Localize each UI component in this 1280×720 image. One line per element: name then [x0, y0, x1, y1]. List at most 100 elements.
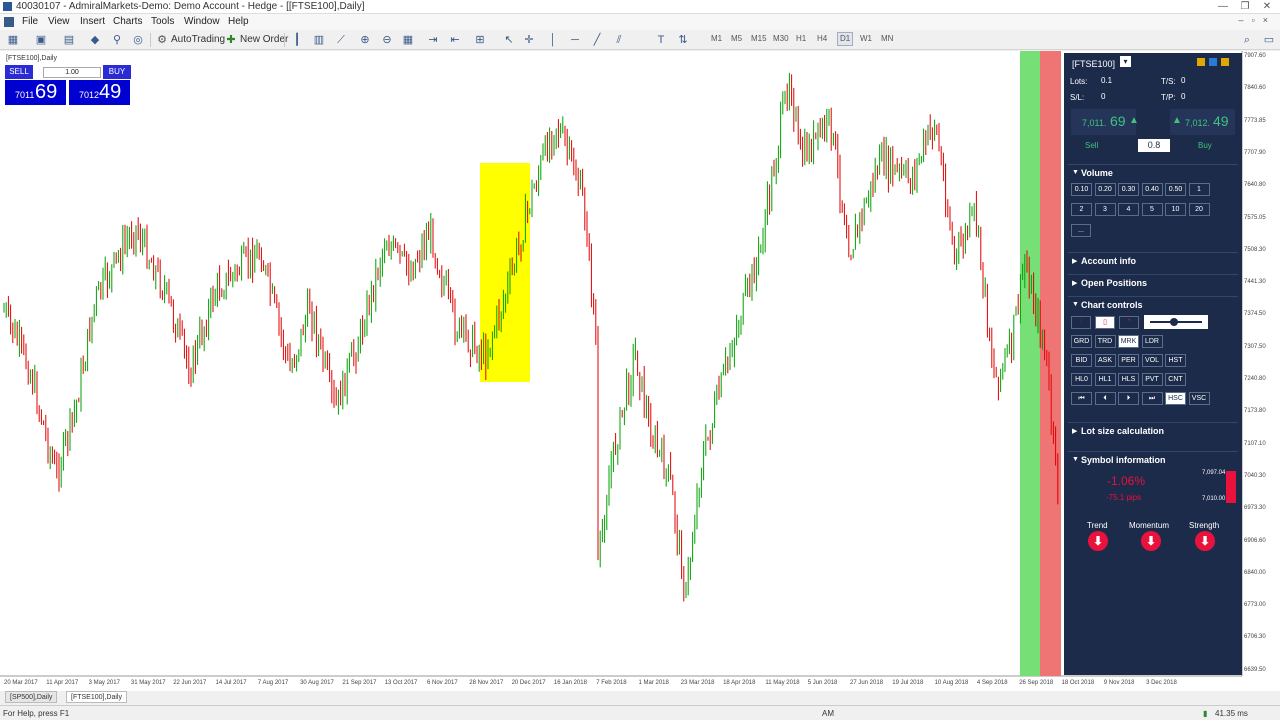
channel-icon[interactable]: ⫽: [612, 33, 626, 47]
crosshair-icon[interactable]: ✛: [522, 33, 536, 47]
chart-control-0[interactable]: ⏮: [1071, 392, 1092, 405]
volume-chip[interactable]: 0.40: [1141, 183, 1163, 196]
chart-control-3[interactable]: PVT: [1141, 373, 1163, 386]
lots-input[interactable]: 0.1: [1099, 75, 1125, 86]
autoscroll-icon[interactable]: ⇤: [448, 33, 462, 47]
chat-icon[interactable]: ▭: [1262, 33, 1276, 47]
arrows-icon[interactable]: ⇅: [676, 33, 690, 47]
lot-size-section[interactable]: ▶ Lot size calculation: [1068, 422, 1238, 438]
account-info-section[interactable]: ▶ Account info: [1068, 252, 1238, 268]
oct-sell-button[interactable]: SELL: [5, 65, 33, 79]
tf-m15[interactable]: M15: [751, 34, 767, 43]
tf-m30[interactable]: M30: [773, 34, 789, 43]
oct-lots-input[interactable]: 1.00: [43, 67, 101, 78]
symbol-info-section[interactable]: ▼ Symbol information: [1068, 451, 1238, 467]
chart-control-4[interactable]: HSC: [1165, 392, 1186, 405]
chart-shift-icon[interactable]: ⇥: [426, 33, 440, 47]
menu-window[interactable]: Window: [184, 16, 220, 27]
chart-control-3[interactable]: ⏭: [1141, 392, 1163, 405]
chart-control-2[interactable]: PER: [1118, 354, 1139, 367]
chart-control-4[interactable]: CNT: [1165, 373, 1186, 386]
tf-m1[interactable]: M1: [711, 34, 722, 43]
chart-control-1[interactable]: TRD: [1094, 335, 1116, 348]
market-watch-icon[interactable]: ▤: [62, 33, 76, 47]
chart-control-5[interactable]: VSC: [1188, 392, 1210, 405]
close-button[interactable]: ✕: [1256, 0, 1278, 14]
oct-buy-button[interactable]: BUY: [103, 65, 131, 79]
zoom-out-icon[interactable]: ⊖: [380, 33, 394, 47]
tab-sp500-daily[interactable]: [SP500],Daily: [5, 691, 58, 703]
search-icon[interactable]: ⌕: [1240, 33, 1254, 47]
bar-chart-icon[interactable]: ┃: [290, 33, 304, 47]
volume-chip[interactable]: 10: [1165, 203, 1186, 216]
symbol-select[interactable]: [FTSE100]: [1072, 59, 1115, 69]
line-chart-icon[interactable]: ⟋: [334, 33, 348, 47]
tab-ftse100-daily[interactable]: [FTSE100],Daily: [66, 691, 127, 703]
chart-type-candle-icon[interactable]: ▯: [1095, 316, 1115, 329]
indicators-icon[interactable]: ⊞: [473, 33, 487, 47]
navigator-icon[interactable]: ◆: [88, 33, 102, 47]
mdi-controls[interactable]: –▫×: [1239, 15, 1276, 25]
menu-tools[interactable]: Tools: [151, 16, 174, 27]
tile-windows-icon[interactable]: ▦: [401, 33, 415, 47]
maximize-button[interactable]: ❐: [1234, 0, 1256, 14]
minimize-button[interactable]: —: [1212, 0, 1234, 14]
tf-m5[interactable]: M5: [731, 34, 742, 43]
chart-control-0[interactable]: BID: [1071, 354, 1092, 367]
sell-price-box[interactable]: 7,011. 69 ▲: [1071, 109, 1139, 135]
open-positions-section[interactable]: ▶ Open Positions: [1068, 274, 1238, 290]
symbol-dropdown-icon[interactable]: ▾: [1120, 56, 1131, 67]
new-order-button[interactable]: New Order: [240, 32, 288, 48]
chart-control-1[interactable]: ASK: [1094, 354, 1116, 367]
menu-help[interactable]: Help: [228, 16, 249, 27]
menu-view[interactable]: View: [48, 16, 70, 27]
zoom-slider[interactable]: [1144, 315, 1208, 329]
chart-type-bar-icon[interactable]: ⫶: [1071, 316, 1091, 329]
panel-settings-icon[interactable]: [1197, 58, 1205, 66]
volume-chip[interactable]: 1: [1188, 183, 1210, 196]
chart-control-0[interactable]: HL0: [1071, 373, 1092, 386]
panel-help-icon[interactable]: [1221, 58, 1229, 66]
new-chart-icon[interactable]: ▦: [6, 33, 20, 47]
chart-control-1[interactable]: ⏴: [1094, 392, 1116, 405]
volume-chip[interactable]: 3: [1094, 203, 1116, 216]
menu-insert[interactable]: Insert: [80, 16, 105, 27]
trendline-icon[interactable]: ╱: [590, 33, 604, 47]
sl-input[interactable]: 0: [1099, 91, 1125, 102]
cursor-icon[interactable]: ↖: [502, 33, 516, 47]
chart-control-3[interactable]: VOL: [1141, 354, 1163, 367]
zoom-in-icon[interactable]: ⊕: [358, 33, 372, 47]
volume-chip[interactable]: 0.50: [1165, 183, 1186, 196]
tf-w1[interactable]: W1: [860, 34, 872, 43]
tf-mn[interactable]: MN: [881, 34, 893, 43]
tp-input[interactable]: 0: [1179, 91, 1205, 102]
strategy-tester-icon[interactable]: ◎: [131, 33, 145, 47]
menu-charts[interactable]: Charts: [113, 16, 142, 27]
volume-more-button[interactable]: ...: [1071, 224, 1091, 237]
volume-chip[interactable]: 0.30: [1118, 183, 1139, 196]
text-icon[interactable]: T: [654, 33, 668, 47]
buy-button[interactable]: Buy: [1198, 141, 1212, 150]
horizontal-line-icon[interactable]: ─: [568, 33, 582, 47]
chart-type-line-icon[interactable]: ⌃: [1119, 316, 1139, 329]
sell-button[interactable]: Sell: [1085, 141, 1098, 150]
oct-buy-price[interactable]: 7012 49: [69, 80, 130, 105]
tf-h1[interactable]: H1: [796, 34, 806, 43]
volume-chip[interactable]: 20: [1188, 203, 1210, 216]
candlestick-icon[interactable]: ▥: [312, 33, 326, 47]
menu-file[interactable]: File: [22, 16, 38, 27]
autotrading-button[interactable]: AutoTrading: [171, 32, 225, 48]
vertical-line-icon[interactable]: │: [546, 33, 560, 47]
chart-controls-section[interactable]: ▼ Chart controls: [1068, 296, 1238, 312]
ts-input[interactable]: 0: [1179, 75, 1205, 86]
chart-control-2[interactable]: HLS: [1118, 373, 1139, 386]
volume-chip[interactable]: 5: [1141, 203, 1163, 216]
chart-control-1[interactable]: HL1: [1094, 373, 1116, 386]
chart-control-3[interactable]: LDR: [1141, 335, 1163, 348]
chart-control-2[interactable]: ⏵: [1118, 392, 1139, 405]
buy-price-box[interactable]: ▲ 7,012. 49: [1170, 109, 1235, 135]
chart-doc-icon[interactable]: [4, 17, 14, 27]
tf-d1[interactable]: D1: [837, 32, 854, 46]
oct-sell-price[interactable]: 7011 69: [5, 80, 66, 105]
tf-h4[interactable]: H4: [817, 34, 827, 43]
